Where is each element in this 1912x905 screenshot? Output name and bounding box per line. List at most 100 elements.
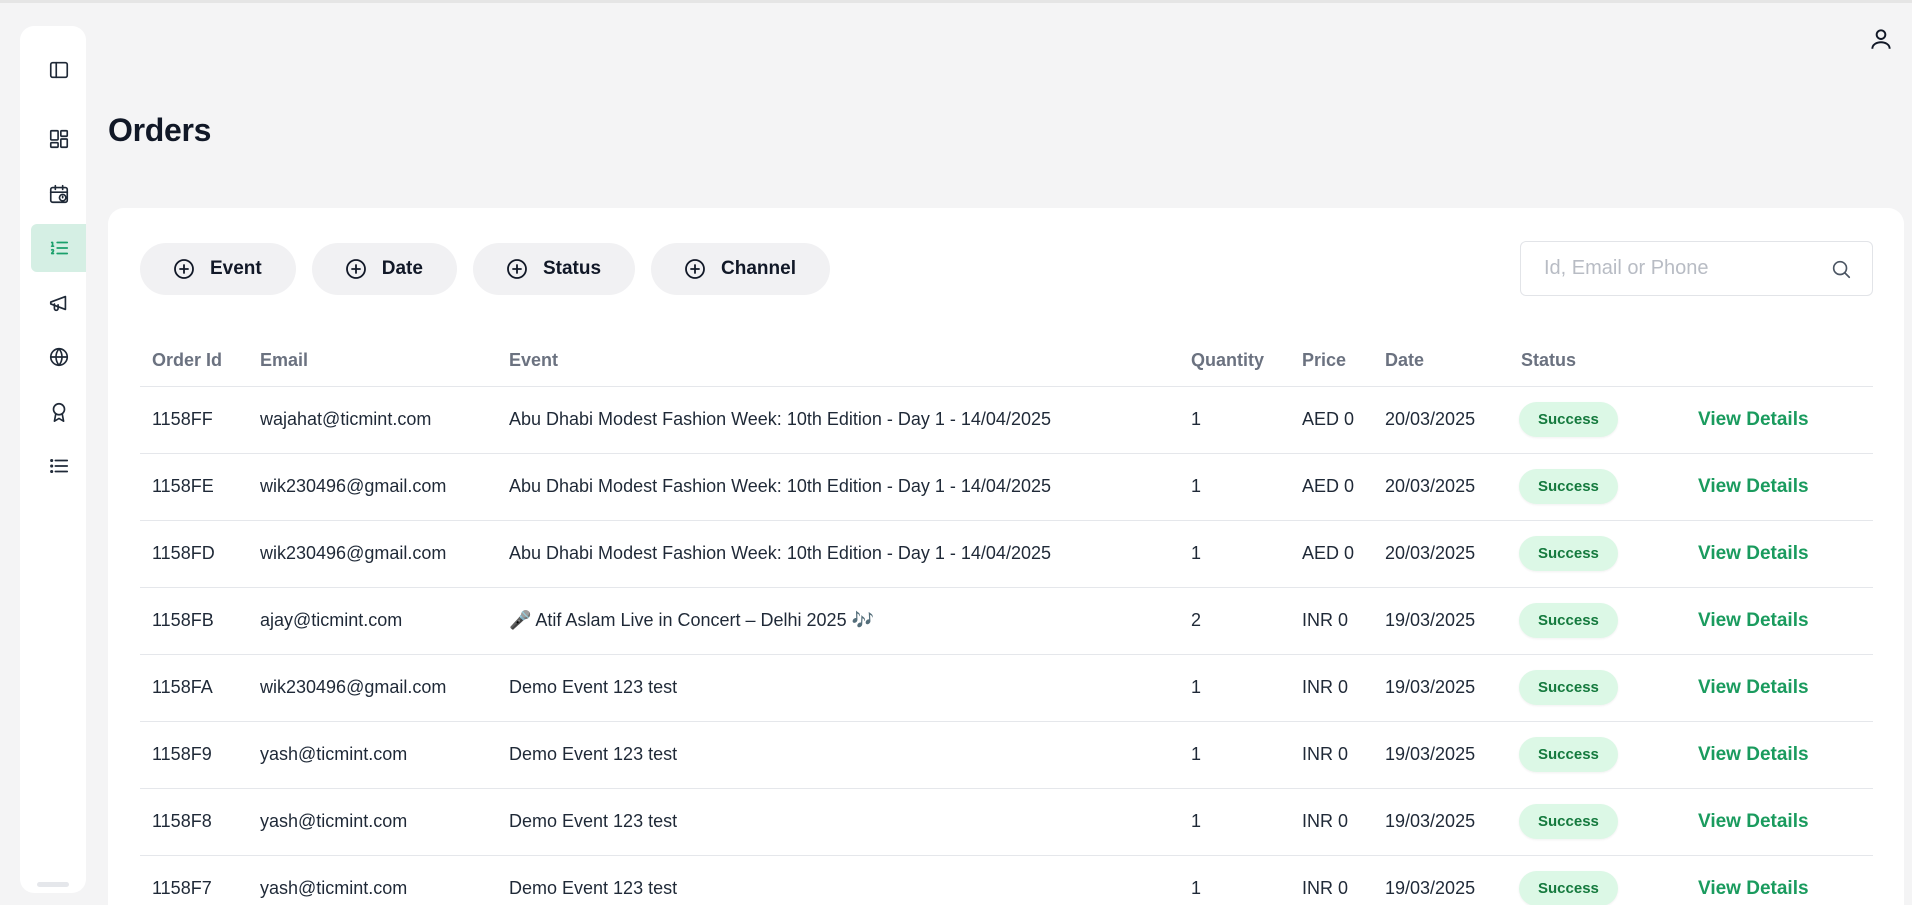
sidebar-item-rewards[interactable] [31,388,86,436]
sidebar-toggle-icon [49,61,68,79]
date-cell: 19/03/2025 [1373,654,1509,722]
calendar-icon [49,184,68,204]
action-cell: View Details [1686,855,1873,905]
megaphone-icon [49,295,66,312]
filter-label: Event [210,258,262,279]
event-cell: 🎤 Atif Aslam Live in Concert – Delhi 202… [497,587,1179,655]
filter-date-button[interactable]: Date [311,243,457,295]
view-details-link[interactable]: View Details [1698,409,1809,430]
quantity-cell: 1 [1179,520,1290,588]
column-header-actions [1686,336,1873,387]
action-cell: View Details [1686,386,1873,454]
action-cell: View Details [1686,788,1873,856]
plus-circle-icon [345,259,366,279]
sidebar-item-marketing[interactable] [31,279,86,327]
quantity-cell: 1 [1179,386,1290,454]
status-badge: Success [1519,402,1618,437]
column-header-email[interactable]: Email [248,336,497,387]
order-id-cell: 1158FE [140,453,248,521]
dashboard-icon [49,129,68,149]
search-input[interactable] [1544,257,1830,280]
column-header-order-id[interactable]: Order Id [140,336,248,387]
status-cell: Success [1509,386,1686,454]
table-row[interactable]: 1158FE wik230496@gmail.com Abu Dhabi Modes… [140,453,1873,521]
quantity-cell: 1 [1179,453,1290,521]
orders-table-body: 1158FF wajahat@ticmint.com Abu Dhabi Modes… [140,386,1873,905]
email-cell: wik230496@gmail.com [248,520,497,588]
date-cell: 20/03/2025 [1373,453,1509,521]
table-row[interactable]: 1158FA wik230496@gmail.com Demo Event 123 … [140,654,1873,722]
badge-icon [52,402,65,422]
email-cell: wik230496@gmail.com [248,654,497,722]
view-details-link[interactable]: View Details [1698,744,1809,765]
order-id-cell: 1158FD [140,520,248,588]
email-cell: ajay@ticmint.com [248,587,497,655]
order-id-cell: 1158F9 [140,721,248,789]
date-cell: 19/03/2025 [1373,855,1509,905]
date-cell: 20/03/2025 [1373,520,1509,588]
table-row[interactable]: 1158F9 yash@ticmint.com Demo Event 123 tes… [140,721,1873,789]
orders-table: Order Id Email Event Quantity Price Date… [140,336,1873,905]
table-row[interactable]: 1158F8 yash@ticmint.com Demo Event 123 tes… [140,788,1873,856]
sidebar-item-orders[interactable] [31,224,86,272]
column-header-event[interactable]: Event [497,336,1179,387]
view-details-link[interactable]: View Details [1698,811,1809,832]
price-cell: AED 0 [1290,386,1373,454]
search-icon[interactable] [1830,258,1852,280]
ordered-list-icon [50,241,68,255]
table-header-row: Order Id Email Event Quantity Price Date… [140,336,1873,387]
sidebar-item-dashboard[interactable] [31,115,86,163]
sidebar-toggle-button[interactable] [31,46,86,94]
status-cell: Success [1509,654,1686,722]
sidebar-item-web[interactable] [31,333,86,381]
orders-card: Event Date Status Channel Order Id Email… [108,208,1904,905]
plus-circle-icon [174,259,194,279]
price-cell: INR 0 [1290,855,1373,905]
price-cell: INR 0 [1290,654,1373,722]
email-cell: yash@ticmint.com [248,855,497,905]
order-id-cell: 1158F7 [140,855,248,905]
event-cell: Demo Event 123 test [497,721,1179,789]
plus-circle-icon [507,259,527,279]
action-cell: View Details [1686,453,1873,521]
status-badge: Success [1519,804,1618,839]
filter-status-button[interactable]: Status [472,243,636,295]
price-cell: INR 0 [1290,721,1373,789]
sidebar-item-list[interactable] [31,442,86,490]
price-cell: AED 0 [1290,520,1373,588]
view-details-link[interactable]: View Details [1698,878,1809,899]
view-details-link[interactable]: View Details [1698,476,1809,497]
event-cell: Demo Event 123 test [497,855,1179,905]
view-details-link[interactable]: View Details [1698,610,1809,631]
quantity-cell: 2 [1179,587,1290,655]
email-cell: wajahat@ticmint.com [248,386,497,454]
table-row[interactable]: 1158F7 yash@ticmint.com Demo Event 123 tes… [140,855,1873,905]
table-row[interactable]: 1158FD wik230496@gmail.com Abu Dhabi Modes… [140,520,1873,588]
column-header-date[interactable]: Date [1373,336,1509,387]
date-cell: 19/03/2025 [1373,587,1509,655]
date-cell: 20/03/2025 [1373,386,1509,454]
column-header-quantity[interactable]: Quantity [1179,336,1290,387]
column-header-price[interactable]: Price [1290,336,1373,387]
filter-event-button[interactable]: Event [140,243,296,295]
view-details-link[interactable]: View Details [1698,677,1809,698]
status-badge: Success [1519,737,1618,772]
user-profile-button[interactable] [1868,26,1894,52]
event-cell: Demo Event 123 test [497,788,1179,856]
table-row[interactable]: 1158FF wajahat@ticmint.com Abu Dhabi Modes… [140,386,1873,454]
status-cell: Success [1509,453,1686,521]
order-id-cell: 1158FB [140,587,248,655]
filter-channel-button[interactable]: Channel [651,243,830,295]
table-row[interactable]: 1158FB ajay@ticmint.com 🎤 Atif Aslam Live … [140,587,1873,655]
email-cell: wik230496@gmail.com [248,453,497,521]
sidebar-item-events[interactable] [31,170,86,218]
filter-label: Status [542,258,602,279]
column-header-status[interactable]: Status [1509,336,1686,387]
status-badge: Success [1519,536,1618,571]
quantity-cell: 1 [1179,855,1290,905]
order-id-cell: 1158F8 [140,788,248,856]
sidebar [20,26,86,893]
email-cell: yash@ticmint.com [248,721,497,789]
view-details-link[interactable]: View Details [1698,543,1809,564]
action-cell: View Details [1686,587,1873,655]
